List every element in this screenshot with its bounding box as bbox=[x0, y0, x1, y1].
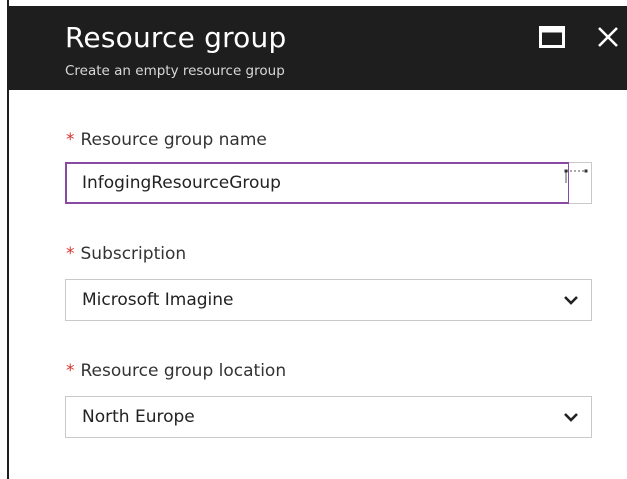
maximize-icon[interactable] bbox=[539, 26, 565, 48]
chevron-down-icon bbox=[564, 413, 578, 422]
subscription-value: Microsoft Imagine bbox=[82, 290, 234, 310]
required-star: * bbox=[66, 361, 75, 381]
chevron-down-icon bbox=[564, 296, 578, 305]
subscription-label: * Subscription bbox=[66, 244, 186, 264]
subscription-label-text: Subscription bbox=[80, 244, 187, 264]
subscription-select[interactable]: Microsoft Imagine bbox=[65, 279, 592, 321]
required-star: * bbox=[66, 244, 75, 264]
location-select[interactable]: North Europe bbox=[65, 396, 592, 438]
location-label: * Resource group location bbox=[66, 361, 286, 381]
resource-group-name-label: * Resource group name bbox=[66, 130, 267, 150]
location-label-text: Resource group location bbox=[80, 361, 287, 381]
blade-subtitle: Create an empty resource group bbox=[65, 63, 285, 79]
resource-group-name-input[interactable]: InfogingResourceGroup bbox=[65, 162, 592, 204]
resource-group-blade: Resource group Create an empty resource … bbox=[0, 0, 627, 479]
resource-group-name-value: InfogingResourceGroup bbox=[82, 173, 281, 193]
required-star: * bbox=[66, 130, 75, 150]
location-value: North Europe bbox=[82, 407, 195, 427]
resource-group-name-label-text: Resource group name bbox=[80, 130, 267, 150]
resize-handle-icon bbox=[564, 169, 588, 183]
close-icon[interactable] bbox=[593, 22, 623, 52]
blade-header: Resource group Create an empty resource … bbox=[9, 6, 627, 90]
blade-title: Resource group bbox=[65, 21, 287, 54]
